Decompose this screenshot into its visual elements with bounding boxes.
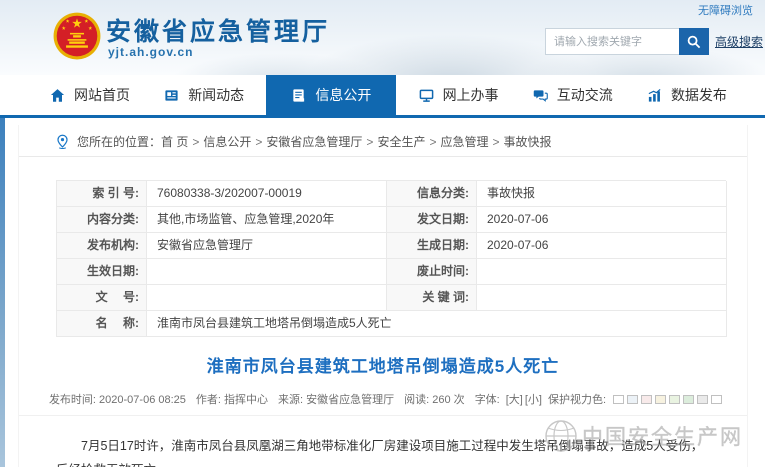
site-title: 安徽省应急管理厅 [106,12,330,48]
search-icon [686,34,702,50]
breadcrumb-item-department[interactable]: 安徽省应急管理厅 [266,133,362,150]
breadcrumb-item-info[interactable]: 信息公开 [203,133,251,150]
table-value-publisher: 安徽省应急管理厅 [147,233,387,259]
table-label-content-category: 内容分类: [57,207,147,233]
table-label-info-category: 信息分类: [387,181,477,207]
publish-time: 发布时间: 2020-07-06 08:25 [49,391,186,407]
table-value-index-number: 76080338-3/202007-00019 [147,181,387,207]
page: 无障碍浏览 安徽省应急管理厅 yjt.ah.gov.cn [0,0,765,467]
article-title: 淮南市凤台县建筑工地塔吊倒塌造成5人死亡 [19,352,747,377]
table-value-doc-number [147,285,387,311]
table-value-effective-date [147,259,387,285]
table-label-effective-date: 生效日期: [57,259,147,285]
nav-item-home[interactable]: 网站首页 [38,75,142,115]
nav-item-info-disclosure[interactable]: 信息公开 [266,75,396,115]
eye-protection-label: 保护视力色: [548,391,606,407]
article-body-paragraph: 7月5日17时许，淮南市凤台县凤凰湖三角地带标准化厂房建设项目施工过程中发生塔吊… [56,435,712,467]
breadcrumb-divider [19,156,747,157]
document-icon [291,88,306,103]
table-value-expiry-date [477,259,727,285]
breadcrumb-separator: > [192,135,199,149]
table-label-doc-number: 文 号: [57,285,147,311]
site-header: 无障碍浏览 安徽省应急管理厅 yjt.ah.gov.cn [0,0,765,75]
nav-item-interaction[interactable]: 互动交流 [521,75,625,115]
nav-label: 数据发布 [671,85,727,105]
breadcrumb-prefix: 您所在的位置： [77,133,161,150]
table-label-name: 名 称: [57,311,147,337]
eye-color-swatch[interactable] [655,395,666,404]
national-emblem-logo [52,11,102,61]
monitor-icon [419,88,434,103]
nav-label: 网上办事 [443,85,499,105]
eye-color-swatch[interactable] [697,395,708,404]
eye-color-swatch[interactable] [669,395,680,404]
nav-label: 新闻动态 [188,85,244,105]
view-count: 阅读: 260 次 [404,391,465,407]
site-url: yjt.ah.gov.cn [108,45,193,59]
table-value-info-category: 事故快报 [477,181,727,207]
eye-color-swatch[interactable] [711,395,722,404]
home-icon [50,88,65,103]
advanced-search-link[interactable]: 高级搜索 [715,33,763,50]
nav-label: 网站首页 [74,85,130,105]
eye-color-swatch[interactable] [627,395,638,404]
meta-divider [19,415,747,416]
breadcrumb-separator: > [492,135,499,149]
nav-item-online-services[interactable]: 网上办事 [407,75,511,115]
chart-icon [647,88,662,103]
document-info-table: 索 引 号: 76080338-3/202007-00019 信息分类: 事故快… [56,180,726,337]
chat-icon [533,88,548,103]
source: 来源: 安徽省应急管理厅 [278,391,394,407]
table-value-generated-date: 2020-07-06 [477,233,727,259]
page-left-edge-decoration [0,118,5,467]
search-input[interactable] [545,28,679,55]
content-panel: 您所在的位置： 首 页 > 信息公开 > 安徽省应急管理厅 > 安全生产 > 应… [18,125,748,467]
table-label-issue-date: 发文日期: [387,207,477,233]
table-value-content-category: 其他,市场监管、应急管理,2020年 [147,207,387,233]
font-size-label: 字体: [475,391,500,407]
eye-color-swatch[interactable] [641,395,652,404]
eye-color-swatch[interactable] [683,395,694,404]
accessibility-link[interactable]: 无障碍浏览 [698,2,753,18]
table-value-issue-date: 2020-07-06 [477,207,727,233]
eye-color-swatch[interactable] [613,395,624,404]
search-group: 高级搜索 [545,28,763,55]
table-value-keywords [477,285,727,311]
nav-label: 互动交流 [557,85,613,105]
news-icon [164,88,179,103]
author: 作者: 指挥中心 [196,391,268,407]
table-label-publisher: 发布机构: [57,233,147,259]
breadcrumb-item-safety[interactable]: 安全生产 [377,133,425,150]
article-meta: 发布时间: 2020-07-06 08:25 作者: 指挥中心 来源: 安徽省应… [19,391,747,407]
nav-item-data-release[interactable]: 数据发布 [635,75,739,115]
nav-label: 信息公开 [315,85,371,105]
breadcrumb-separator: > [255,135,262,149]
font-smaller-button[interactable]: [小] [525,391,542,407]
breadcrumb-item-emergency[interactable]: 应急管理 [440,133,488,150]
location-pin-icon [55,134,70,149]
font-larger-button[interactable]: [大] [506,391,523,407]
eye-protection-swatches [613,395,722,404]
nav-item-news[interactable]: 新闻动态 [152,75,256,115]
breadcrumb-separator: > [366,135,373,149]
table-label-index-number: 索 引 号: [57,181,147,207]
breadcrumb: 您所在的位置： 首 页 > 信息公开 > 安徽省应急管理厅 > 安全生产 > 应… [55,133,552,150]
table-value-name: 淮南市凤台县建筑工地塔吊倒塌造成5人死亡 [147,311,727,337]
table-label-keywords: 关 键 词: [387,285,477,311]
search-button[interactable] [679,28,709,55]
breadcrumb-separator: > [429,135,436,149]
table-label-generated-date: 生成日期: [387,233,477,259]
breadcrumb-item-accident-report[interactable]: 事故快报 [504,133,552,150]
main-navbar: 网站首页 新闻动态 信息公开 网上办事 互动交流 [0,75,765,118]
table-label-expiry-date: 废止时间: [387,259,477,285]
breadcrumb-item-home[interactable]: 首 页 [161,133,188,150]
